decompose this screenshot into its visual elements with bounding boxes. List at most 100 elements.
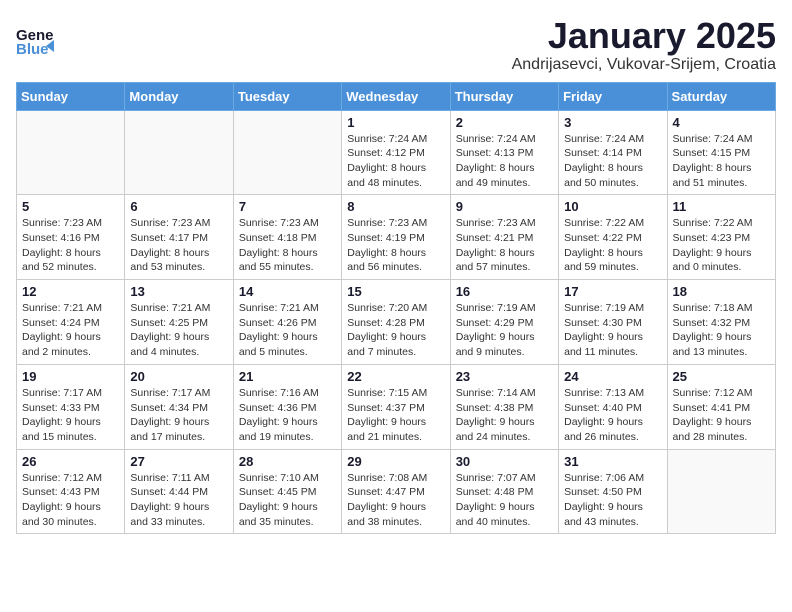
calendar-cell	[667, 449, 775, 534]
cell-content: Sunrise: 7:12 AM Sunset: 4:43 PM Dayligh…	[22, 471, 119, 530]
calendar-cell	[125, 110, 233, 195]
col-sunday: Sunday	[17, 82, 125, 110]
page-container: General Blue January 2025 Andrijasevci, …	[16, 16, 776, 534]
calendar-cell: 26 Sunrise: 7:12 AM Sunset: 4:43 PM Dayli…	[17, 449, 125, 534]
cell-content: Sunrise: 7:15 AM Sunset: 4:37 PM Dayligh…	[347, 386, 444, 445]
logo: General Blue	[16, 20, 56, 58]
day-number: 12	[22, 284, 119, 299]
calendar-cell: 24 Sunrise: 7:13 AM Sunset: 4:40 PM Dayli…	[559, 364, 667, 449]
calendar-cell: 17Sunrise: 7:19 AM Sunset: 4:30 PM Dayli…	[559, 280, 667, 365]
cell-content: Sunrise: 7:21 AM Sunset: 4:25 PM Dayligh…	[130, 301, 227, 360]
calendar-week-row: 19 Sunrise: 7:17 AM Sunset: 4:33 PM Dayli…	[17, 364, 776, 449]
calendar-cell: 23 Sunrise: 7:14 AM Sunset: 4:38 PM Dayli…	[450, 364, 558, 449]
day-number: 1	[347, 115, 444, 130]
cell-content: Sunrise: 7:10 AM Sunset: 4:45 PM Dayligh…	[239, 471, 336, 530]
day-number: 3	[564, 115, 661, 130]
cell-content: Sunrise: 7:08 AM Sunset: 4:47 PM Dayligh…	[347, 471, 444, 530]
calendar-cell: 15Sunrise: 7:20 AM Sunset: 4:28 PM Dayli…	[342, 280, 450, 365]
cell-content: Sunrise: 7:14 AM Sunset: 4:38 PM Dayligh…	[456, 386, 553, 445]
cell-content: Sunrise: 7:24 AM Sunset: 4:15 PM Dayligh…	[673, 132, 770, 191]
cell-content: Sunrise: 7:16 AM Sunset: 4:36 PM Dayligh…	[239, 386, 336, 445]
day-number: 29	[347, 454, 444, 469]
calendar-header-row: Sunday Monday Tuesday Wednesday Thursday…	[17, 82, 776, 110]
cell-content: Sunrise: 7:18 AM Sunset: 4:32 PM Dayligh…	[673, 301, 770, 360]
calendar-cell: 13 Sunrise: 7:21 AM Sunset: 4:25 PM Dayli…	[125, 280, 233, 365]
calendar-cell: 19 Sunrise: 7:17 AM Sunset: 4:33 PM Dayli…	[17, 364, 125, 449]
cell-content: Sunrise: 7:11 AM Sunset: 4:44 PM Dayligh…	[130, 471, 227, 530]
calendar-cell: 11Sunrise: 7:22 AM Sunset: 4:23 PM Dayli…	[667, 195, 775, 280]
calendar-cell: 9 Sunrise: 7:23 AM Sunset: 4:21 PM Daylig…	[450, 195, 558, 280]
calendar-cell: 29 Sunrise: 7:08 AM Sunset: 4:47 PM Dayli…	[342, 449, 450, 534]
cell-content: Sunrise: 7:24 AM Sunset: 4:13 PM Dayligh…	[456, 132, 553, 191]
cell-content: Sunrise: 7:12 AM Sunset: 4:41 PM Dayligh…	[673, 386, 770, 445]
title-area: January 2025 Andrijasevci, Vukovar-Srije…	[512, 16, 776, 74]
calendar-cell: 10Sunrise: 7:22 AM Sunset: 4:22 PM Dayli…	[559, 195, 667, 280]
col-saturday: Saturday	[667, 82, 775, 110]
day-number: 8	[347, 199, 444, 214]
day-number: 26	[22, 454, 119, 469]
calendar-cell: 7 Sunrise: 7:23 AM Sunset: 4:18 PM Daylig…	[233, 195, 341, 280]
cell-content: Sunrise: 7:06 AM Sunset: 4:50 PM Dayligh…	[564, 471, 661, 530]
day-number: 14	[239, 284, 336, 299]
logo-icon: General Blue	[16, 20, 54, 58]
cell-content: Sunrise: 7:13 AM Sunset: 4:40 PM Dayligh…	[564, 386, 661, 445]
cell-content: Sunrise: 7:24 AM Sunset: 4:14 PM Dayligh…	[564, 132, 661, 191]
day-number: 21	[239, 369, 336, 384]
calendar-cell: 20Sunrise: 7:17 AM Sunset: 4:34 PM Dayli…	[125, 364, 233, 449]
calendar-cell: 4 Sunrise: 7:24 AM Sunset: 4:15 PM Daylig…	[667, 110, 775, 195]
calendar-cell	[17, 110, 125, 195]
cell-content: Sunrise: 7:22 AM Sunset: 4:23 PM Dayligh…	[673, 216, 770, 275]
day-number: 20	[130, 369, 227, 384]
cell-content: Sunrise: 7:19 AM Sunset: 4:30 PM Dayligh…	[564, 301, 661, 360]
day-number: 15	[347, 284, 444, 299]
cell-content: Sunrise: 7:23 AM Sunset: 4:18 PM Dayligh…	[239, 216, 336, 275]
calendar-cell: 14Sunrise: 7:21 AM Sunset: 4:26 PM Dayli…	[233, 280, 341, 365]
calendar-cell: 22 Sunrise: 7:15 AM Sunset: 4:37 PM Dayli…	[342, 364, 450, 449]
day-number: 7	[239, 199, 336, 214]
day-number: 31	[564, 454, 661, 469]
day-number: 24	[564, 369, 661, 384]
day-number: 22	[347, 369, 444, 384]
day-number: 19	[22, 369, 119, 384]
day-number: 30	[456, 454, 553, 469]
calendar-cell: 27 Sunrise: 7:11 AM Sunset: 4:44 PM Dayli…	[125, 449, 233, 534]
calendar-week-row: 12 Sunrise: 7:21 AM Sunset: 4:24 PM Dayli…	[17, 280, 776, 365]
day-number: 28	[239, 454, 336, 469]
day-number: 5	[22, 199, 119, 214]
calendar-week-row: 5Sunrise: 7:23 AM Sunset: 4:16 PM Daylig…	[17, 195, 776, 280]
month-title: January 2025	[512, 16, 776, 56]
day-number: 10	[564, 199, 661, 214]
svg-text:Blue: Blue	[16, 41, 49, 58]
location-title: Andrijasevci, Vukovar-Srijem, Croatia	[512, 56, 776, 74]
day-number: 27	[130, 454, 227, 469]
cell-content: Sunrise: 7:24 AM Sunset: 4:12 PM Dayligh…	[347, 132, 444, 191]
calendar-cell: 6Sunrise: 7:23 AM Sunset: 4:17 PM Daylig…	[125, 195, 233, 280]
header: General Blue January 2025 Andrijasevci, …	[16, 16, 776, 74]
calendar-cell: 16 Sunrise: 7:19 AM Sunset: 4:29 PM Dayli…	[450, 280, 558, 365]
cell-content: Sunrise: 7:07 AM Sunset: 4:48 PM Dayligh…	[456, 471, 553, 530]
cell-content: Sunrise: 7:21 AM Sunset: 4:24 PM Dayligh…	[22, 301, 119, 360]
col-wednesday: Wednesday	[342, 82, 450, 110]
calendar-cell: 5Sunrise: 7:23 AM Sunset: 4:16 PM Daylig…	[17, 195, 125, 280]
cell-content: Sunrise: 7:23 AM Sunset: 4:21 PM Dayligh…	[456, 216, 553, 275]
calendar-cell	[233, 110, 341, 195]
col-monday: Monday	[125, 82, 233, 110]
cell-content: Sunrise: 7:23 AM Sunset: 4:19 PM Dayligh…	[347, 216, 444, 275]
calendar-cell: 25Sunrise: 7:12 AM Sunset: 4:41 PM Dayli…	[667, 364, 775, 449]
calendar-cell: 12 Sunrise: 7:21 AM Sunset: 4:24 PM Dayli…	[17, 280, 125, 365]
calendar-cell: 1 Sunrise: 7:24 AM Sunset: 4:12 PM Daylig…	[342, 110, 450, 195]
day-number: 9	[456, 199, 553, 214]
col-thursday: Thursday	[450, 82, 558, 110]
day-number: 4	[673, 115, 770, 130]
calendar-table: Sunday Monday Tuesday Wednesday Thursday…	[16, 82, 776, 535]
calendar-week-row: 26 Sunrise: 7:12 AM Sunset: 4:43 PM Dayli…	[17, 449, 776, 534]
day-number: 18	[673, 284, 770, 299]
day-number: 13	[130, 284, 227, 299]
calendar-cell: 21 Sunrise: 7:16 AM Sunset: 4:36 PM Dayli…	[233, 364, 341, 449]
cell-content: Sunrise: 7:19 AM Sunset: 4:29 PM Dayligh…	[456, 301, 553, 360]
calendar-week-row: 1 Sunrise: 7:24 AM Sunset: 4:12 PM Daylig…	[17, 110, 776, 195]
cell-content: Sunrise: 7:17 AM Sunset: 4:33 PM Dayligh…	[22, 386, 119, 445]
day-number: 23	[456, 369, 553, 384]
col-friday: Friday	[559, 82, 667, 110]
day-number: 16	[456, 284, 553, 299]
